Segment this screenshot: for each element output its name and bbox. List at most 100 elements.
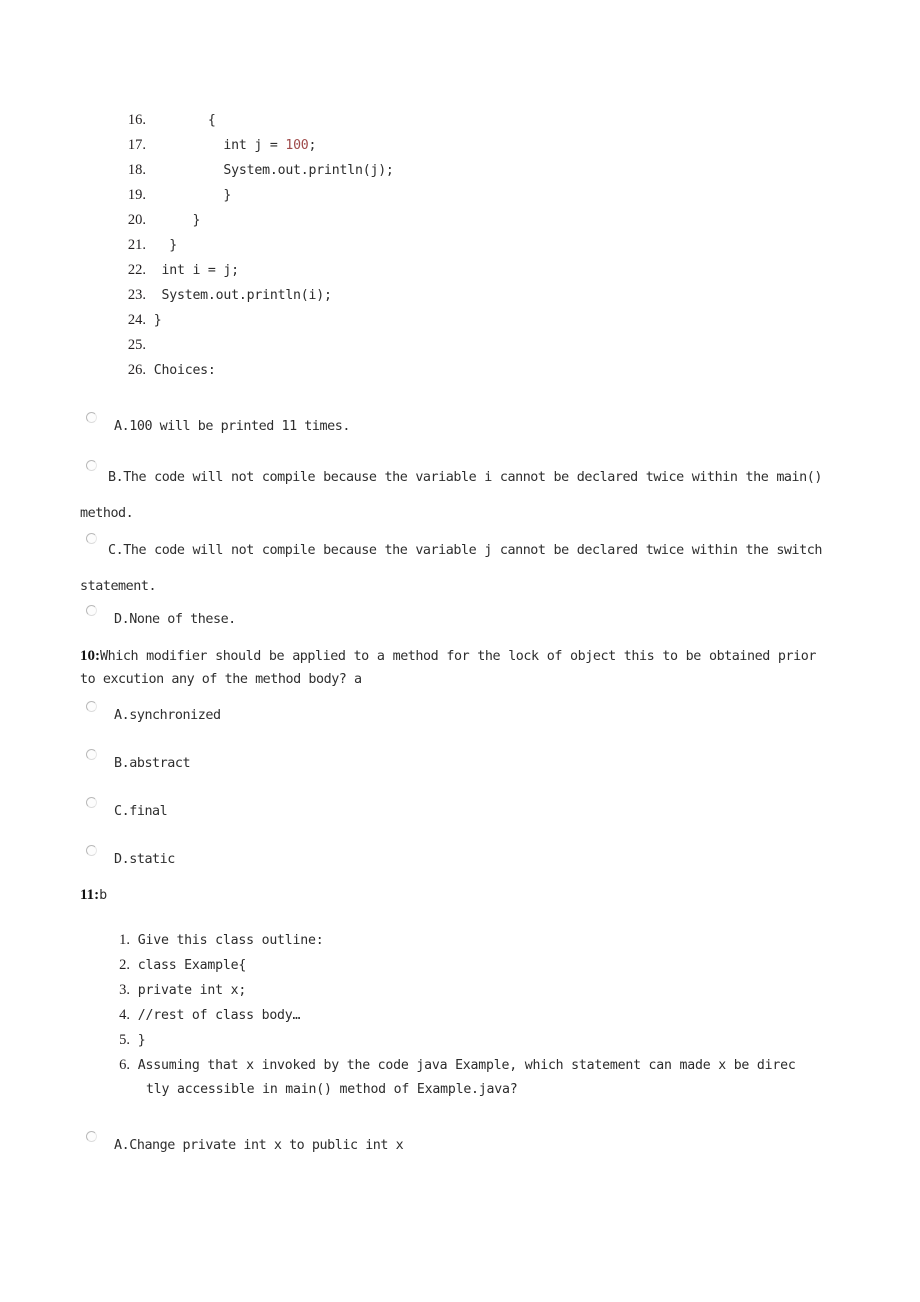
- code-line: 21. }: [112, 233, 812, 258]
- line-number: 19.: [127, 187, 146, 203]
- line-number: 25.: [127, 337, 146, 353]
- code-line: 2. class Example{: [108, 953, 838, 978]
- line-code: {: [207, 113, 216, 128]
- option-label: D.None of these.: [114, 612, 236, 627]
- option-label: C.The code will not compile because the …: [80, 543, 822, 594]
- question-11-header: 11:b: [80, 884, 816, 907]
- code-line: 17. int j = 100;: [112, 133, 812, 158]
- code-listing-lines: 1. Give this class outline: 2. class Exa…: [108, 928, 838, 1102]
- line-code: //rest of class body…: [137, 1008, 301, 1023]
- line-number: 18.: [127, 162, 146, 178]
- option-label: D.static: [114, 852, 175, 867]
- code-listing-lines: 16. { 17. int j = 100; 18. System.out.pr…: [112, 108, 812, 383]
- line-number: 17.: [127, 137, 146, 153]
- line-number: 3.: [119, 982, 130, 998]
- line-code: }: [223, 188, 232, 203]
- line-code: Give this class outline:: [137, 933, 324, 948]
- line-code: }: [153, 313, 162, 328]
- line-code: int i = j;: [161, 263, 239, 278]
- radio-button-icon[interactable]: [86, 845, 97, 856]
- line-code: }: [169, 238, 177, 253]
- line-number: 2.: [119, 957, 130, 973]
- line-number: 1.: [119, 932, 130, 948]
- radio-button-icon[interactable]: [86, 797, 97, 808]
- line-number: 4.: [119, 1007, 130, 1023]
- code-line-continuation: tly accessible in main() method of Examp…: [146, 1082, 518, 1097]
- line-number: 23.: [127, 287, 146, 303]
- option-label: B.The code will not compile because the …: [80, 470, 822, 521]
- code-line: 1. Give this class outline:: [108, 928, 838, 953]
- document-page: 16. { 17. int j = 100; 18. System.out.pr…: [0, 0, 920, 1302]
- code-line: 19. }: [112, 183, 812, 208]
- option-row-q11-a[interactable]: A.Change private int x to public int x: [86, 1131, 826, 1161]
- radio-button-icon[interactable]: [86, 533, 97, 544]
- line-number: 16.: [127, 112, 146, 128]
- line-number: 26.: [127, 362, 146, 378]
- line-code-tail: ;: [308, 138, 317, 153]
- option-row-q10-c[interactable]: C.final: [86, 797, 826, 827]
- line-code: System.out.println(j);: [223, 163, 394, 178]
- radio-button-icon[interactable]: [86, 605, 97, 616]
- question-10-text: Which modifier should be applied to a me…: [80, 649, 816, 687]
- question-10-number: 10:: [80, 648, 100, 664]
- literal-100: 100: [285, 138, 309, 153]
- code-listing-second: 1. Give this class outline: 2. class Exa…: [108, 928, 838, 1102]
- line-number: 20.: [127, 212, 146, 228]
- option-row-c[interactable]: C.The code will not compile because the …: [80, 533, 822, 605]
- line-code: class Example{: [137, 958, 247, 973]
- option-label: A.synchronized: [114, 708, 221, 723]
- line-code: private int x;: [137, 983, 247, 998]
- line-number: 22.: [127, 262, 146, 278]
- line-code: System.out.println(i);: [161, 288, 332, 303]
- radio-button-icon[interactable]: [86, 1131, 97, 1142]
- question-11-number: 11:: [80, 887, 100, 903]
- radio-button-icon[interactable]: [86, 412, 97, 423]
- code-line: 5. }: [108, 1028, 838, 1053]
- code-line: 16. {: [112, 108, 812, 133]
- code-line: 4. //rest of class body…: [108, 1003, 838, 1028]
- option-label: B.abstract: [114, 756, 191, 771]
- question-11-answer: b: [99, 888, 107, 903]
- option-label: A.Change private int x to public int x: [114, 1138, 404, 1153]
- option-label: C.final: [114, 804, 168, 819]
- radio-button-icon[interactable]: [86, 749, 97, 760]
- option-row-q10-a[interactable]: A.synchronized: [86, 701, 826, 731]
- option-label: A.100 will be printed 11 times.: [114, 419, 350, 434]
- code-line: 23. System.out.println(i);: [112, 283, 812, 308]
- code-line: 22. int i = j;: [112, 258, 812, 283]
- radio-button-icon[interactable]: [86, 701, 97, 712]
- line-number: 6.: [119, 1057, 130, 1073]
- option-row-a[interactable]: A.100 will be printed 11 times.: [86, 412, 826, 442]
- option-row-q10-d[interactable]: D.static: [86, 845, 826, 875]
- code-line: 18. System.out.println(j);: [112, 158, 812, 183]
- line-code: Choices:: [153, 363, 216, 378]
- question-10-prompt: 10:Which modifier should be applied to a…: [80, 645, 816, 691]
- code-line: 25.: [112, 333, 812, 358]
- line-code: int j =: [223, 138, 286, 153]
- line-code: Assuming that x invoked by the code java…: [137, 1058, 796, 1073]
- code-line: 26. Choices:: [112, 358, 812, 383]
- line-code: }: [192, 213, 201, 228]
- code-line: 6. Assuming that x invoked by the code j…: [108, 1053, 838, 1078]
- line-number: 5.: [119, 1032, 130, 1048]
- line-number: 24.: [127, 312, 146, 328]
- option-row-q10-b[interactable]: B.abstract: [86, 749, 826, 779]
- line-code: }: [137, 1033, 146, 1048]
- line-number: 21.: [127, 237, 146, 253]
- option-row-b[interactable]: B.The code will not compile because the …: [80, 460, 822, 532]
- code-listing-top: 16. { 17. int j = 100; 18. System.out.pr…: [112, 108, 812, 383]
- option-row-d[interactable]: D.None of these.: [86, 605, 826, 635]
- code-line: 20. }: [112, 208, 812, 233]
- radio-button-icon[interactable]: [86, 460, 97, 471]
- code-line: 24. }: [112, 308, 812, 333]
